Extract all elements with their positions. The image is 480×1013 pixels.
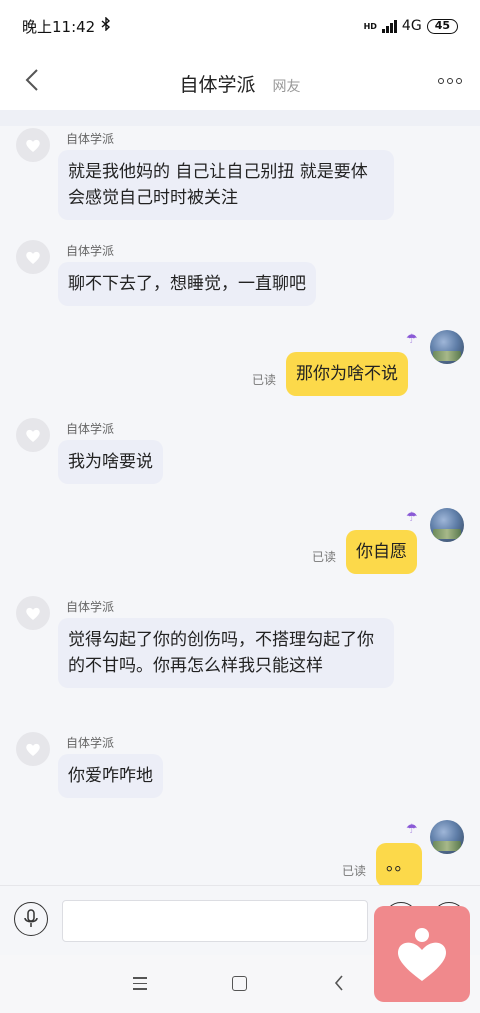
message-bubble[interactable]: 就是我他妈的 自己让自己别扭 就是要体会感觉自己时时被关注	[58, 150, 394, 220]
home-button[interactable]	[232, 976, 247, 991]
voice-button[interactable]	[14, 902, 48, 936]
status-bar: 晚上11:42 HD 4G 45	[0, 0, 480, 52]
battery-level: 45	[434, 18, 450, 32]
page-subtitle: 网友	[272, 79, 301, 95]
message-bubble[interactable]: 聊不下去了，想睡觉，一直聊吧	[58, 262, 316, 306]
more-options-button[interactable]	[438, 70, 462, 92]
page-title: 自体学派	[179, 74, 256, 96]
message-bubble[interactable]: 觉得勾起了你的创伤吗，不搭理勾起了你的不甘吗。你再怎么样我只能这样	[58, 618, 394, 688]
sender-name: 自体学派	[66, 736, 115, 750]
bluetooth-icon	[101, 16, 111, 35]
recent-apps-button[interactable]	[133, 977, 147, 990]
chat-area[interactable]: 自体学派 就是我他妈的 自己让自己别扭 就是要体会感觉自己时时被关注 自体学派 …	[0, 110, 480, 885]
message-bubble[interactable]: 你爱咋咋地	[58, 754, 163, 798]
message-bubble[interactable]: 那你为啥不说	[286, 352, 408, 396]
heart-person-icon	[397, 928, 447, 981]
user-avatar[interactable]	[430, 820, 464, 854]
system-back-button[interactable]	[334, 974, 344, 996]
contact-avatar[interactable]	[16, 418, 50, 452]
battery-icon: 45	[426, 18, 458, 34]
network-label: 4G	[401, 18, 422, 34]
read-receipt: 已读	[252, 373, 277, 387]
sender-name: 自体学派	[66, 422, 115, 436]
sender-name: 自体学派	[66, 132, 115, 146]
sender-name: 自体学派	[66, 244, 115, 258]
chat-header: 自体学派 网友	[0, 52, 480, 110]
message-bubble[interactable]: 你自愿	[346, 530, 417, 574]
floating-app-button[interactable]	[374, 906, 470, 1002]
umbrella-icon: ☂	[406, 510, 418, 525]
microphone-icon	[24, 909, 38, 927]
umbrella-icon: ☂	[406, 332, 418, 347]
read-receipt: 已读	[312, 550, 337, 564]
contact-avatar[interactable]	[16, 128, 50, 162]
umbrella-icon: ☂	[406, 822, 418, 837]
chevron-left-icon	[334, 975, 343, 991]
message-bubble[interactable]: 。。	[376, 843, 422, 885]
message-input[interactable]	[62, 900, 368, 942]
chat-top-divider	[0, 110, 480, 126]
contact-avatar[interactable]	[16, 732, 50, 766]
contact-avatar[interactable]	[16, 240, 50, 274]
user-avatar[interactable]	[430, 330, 464, 364]
contact-avatar[interactable]	[16, 596, 50, 630]
message-bubble[interactable]: 我为啥要说	[58, 440, 163, 484]
hd-label: HD	[363, 21, 377, 31]
user-avatar[interactable]	[430, 508, 464, 542]
signal-icon	[381, 19, 397, 33]
sender-name: 自体学派	[66, 600, 115, 614]
status-time: 晚上11:42	[22, 17, 96, 36]
read-receipt: 已读	[342, 864, 367, 878]
